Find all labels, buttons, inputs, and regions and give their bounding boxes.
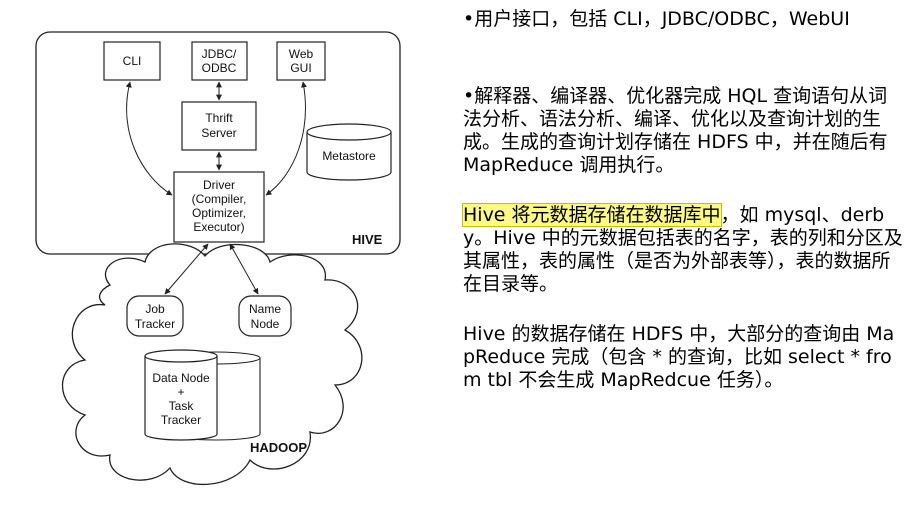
data-label-line3: Task <box>169 399 195 413</box>
paragraph-metadata: Hive 将元数据存储在数据库中，如 mysql、derby。Hive 中的元数… <box>462 203 903 296</box>
driver-label-line1: Driver <box>203 178 235 192</box>
hive-architecture-diagram: HIVE CLI JDBC/ ODBC Web GUI Thrift Serve… <box>35 31 401 486</box>
hadoop-label: HADOOP <box>250 440 307 455</box>
driver-label-line3: Optimizer, <box>192 206 246 220</box>
web-label-line2: GUI <box>290 61 311 75</box>
web-label-line1: Web <box>289 47 314 61</box>
paragraph-user-interface: •用户接口，包括 CLI，JDBC/ODBC，WebUI <box>463 8 850 30</box>
jdbc-label-line2: ODBC <box>202 61 237 75</box>
thrift-label-line2: Server <box>201 126 236 140</box>
metastore-label: Metastore <box>322 149 376 163</box>
description-panel: •用户接口，包括 CLI，JDBC/ODBC，WebUI •解释器、编译器、优化… <box>462 8 903 392</box>
jdbc-label-line1: JDBC/ <box>202 47 237 61</box>
driver-label-line4: Executor) <box>193 220 244 234</box>
name-label-line2: Node <box>251 317 280 331</box>
paragraph-interpreter: •解释器、编译器、优化器完成 HQL 查询语句从词法分析、语法分析、编译、优化以… <box>463 85 888 176</box>
data-label-line1: Data Node <box>152 371 210 385</box>
data-label-line2: + <box>177 385 184 399</box>
job-label-line1: Job <box>145 302 165 316</box>
cli-label: CLI <box>123 54 142 68</box>
data-label-line4: Tracker <box>161 413 201 427</box>
hive-label: HIVE <box>352 232 383 247</box>
highlighted-metadata-text: Hive 将元数据存储在数据库中 <box>462 203 722 227</box>
paragraph-data-storage: Hive 的数据存储在 HDFS 中，大部分的查询由 MapReduce 完成（… <box>463 323 895 391</box>
driver-label-line2: (Compiler, <box>192 192 247 206</box>
name-label-line1: Name <box>249 302 281 316</box>
job-label-line2: Tracker <box>135 317 175 331</box>
thrift-label-line1: Thrift <box>205 111 233 125</box>
